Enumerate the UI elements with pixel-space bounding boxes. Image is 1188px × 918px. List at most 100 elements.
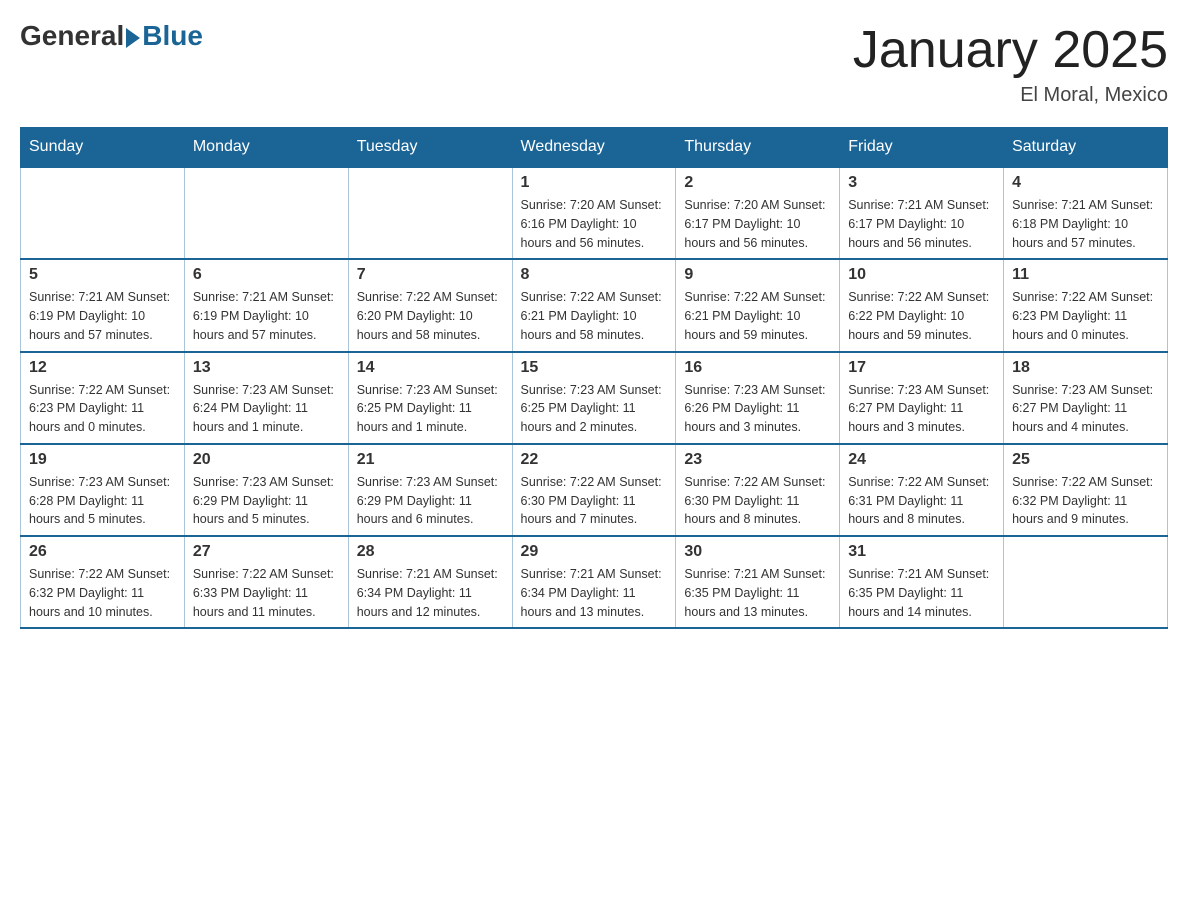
day-info: Sunrise: 7:23 AM Sunset: 6:24 PM Dayligh… xyxy=(193,381,340,437)
day-info: Sunrise: 7:20 AM Sunset: 6:17 PM Dayligh… xyxy=(684,196,831,252)
day-number: 14 xyxy=(357,359,504,377)
calendar-cell: 18 Sunrise: 7:23 AM Sunset: 6:27 PM Dayli… xyxy=(1004,352,1168,444)
calendar-cell: 9Sunrise: 7:22 AM Sunset: 6:21 PM Daylig… xyxy=(676,259,840,351)
day-number: 26 xyxy=(29,543,176,561)
day-number: 4 xyxy=(1012,174,1159,192)
day-info: Sunrise: 7:21 AM Sunset: 6:35 PM Dayligh… xyxy=(684,565,831,621)
calendar-week-row: 12Sunrise: 7:22 AM Sunset: 6:23 PM Dayli… xyxy=(21,352,1168,444)
day-info: Sunrise: 7:21 AM Sunset: 6:17 PM Dayligh… xyxy=(848,196,995,252)
page-header: General Blue January 2025 El Moral, Mexi… xyxy=(20,20,1168,107)
day-number: 13 xyxy=(193,359,340,377)
calendar-cell xyxy=(348,167,512,259)
day-number: 10 xyxy=(848,266,995,284)
day-info: Sunrise: 7:23 AM Sunset: 6:28 PM Dayligh… xyxy=(29,473,176,529)
calendar-cell: 12Sunrise: 7:22 AM Sunset: 6:23 PM Dayli… xyxy=(21,352,185,444)
calendar-cell: 11 Sunrise: 7:22 AM Sunset: 6:23 PM Dayli… xyxy=(1004,259,1168,351)
calendar-cell xyxy=(184,167,348,259)
day-number: 15 xyxy=(521,359,668,377)
day-info: Sunrise: 7:22 AM Sunset: 6:23 PM Dayligh… xyxy=(1012,288,1159,344)
day-info: Sunrise: 7:23 AM Sunset: 6:25 PM Dayligh… xyxy=(357,381,504,437)
day-number: 25 xyxy=(1012,451,1159,469)
calendar-table: SundayMondayTuesdayWednesdayThursdayFrid… xyxy=(20,127,1168,629)
calendar-cell: 30 Sunrise: 7:21 AM Sunset: 6:35 PM Dayli… xyxy=(676,536,840,628)
calendar-cell: 22 Sunrise: 7:22 AM Sunset: 6:30 PM Dayli… xyxy=(512,444,676,536)
day-info: Sunrise: 7:23 AM Sunset: 6:27 PM Dayligh… xyxy=(848,381,995,437)
calendar-header-row: SundayMondayTuesdayWednesdayThursdayFrid… xyxy=(21,128,1168,168)
calendar-cell: 15 Sunrise: 7:23 AM Sunset: 6:25 PM Dayli… xyxy=(512,352,676,444)
day-info: Sunrise: 7:22 AM Sunset: 6:32 PM Dayligh… xyxy=(1012,473,1159,529)
calendar-cell: 28Sunrise: 7:21 AM Sunset: 6:34 PM Dayli… xyxy=(348,536,512,628)
day-info: Sunrise: 7:22 AM Sunset: 6:33 PM Dayligh… xyxy=(193,565,340,621)
day-info: Sunrise: 7:23 AM Sunset: 6:27 PM Dayligh… xyxy=(1012,381,1159,437)
calendar-week-row: 5Sunrise: 7:21 AM Sunset: 6:19 PM Daylig… xyxy=(21,259,1168,351)
day-info: Sunrise: 7:22 AM Sunset: 6:31 PM Dayligh… xyxy=(848,473,995,529)
calendar-cell: 27Sunrise: 7:22 AM Sunset: 6:33 PM Dayli… xyxy=(184,536,348,628)
day-number: 29 xyxy=(521,543,668,561)
calendar-cell: 6Sunrise: 7:21 AM Sunset: 6:19 PM Daylig… xyxy=(184,259,348,351)
day-info: Sunrise: 7:23 AM Sunset: 6:29 PM Dayligh… xyxy=(193,473,340,529)
day-number: 7 xyxy=(357,266,504,284)
day-number: 28 xyxy=(357,543,504,561)
logo-blue-text: Blue xyxy=(142,20,203,52)
calendar-day-header: Friday xyxy=(840,128,1004,168)
day-info: Sunrise: 7:22 AM Sunset: 6:30 PM Dayligh… xyxy=(521,473,668,529)
calendar-cell: 3 Sunrise: 7:21 AM Sunset: 6:17 PM Daylig… xyxy=(840,167,1004,259)
day-number: 20 xyxy=(193,451,340,469)
logo-arrow-icon xyxy=(126,28,140,48)
calendar-cell: 29 Sunrise: 7:21 AM Sunset: 6:34 PM Dayli… xyxy=(512,536,676,628)
calendar-cell: 4Sunrise: 7:21 AM Sunset: 6:18 PM Daylig… xyxy=(1004,167,1168,259)
calendar-day-header: Monday xyxy=(184,128,348,168)
day-number: 12 xyxy=(29,359,176,377)
day-info: Sunrise: 7:23 AM Sunset: 6:29 PM Dayligh… xyxy=(357,473,504,529)
calendar-cell: 31 Sunrise: 7:21 AM Sunset: 6:35 PM Dayli… xyxy=(840,536,1004,628)
day-number: 24 xyxy=(848,451,995,469)
calendar-cell: 24 Sunrise: 7:22 AM Sunset: 6:31 PM Dayli… xyxy=(840,444,1004,536)
day-number: 1 xyxy=(521,174,668,192)
day-info: Sunrise: 7:21 AM Sunset: 6:35 PM Dayligh… xyxy=(848,565,995,621)
day-number: 2 xyxy=(684,174,831,192)
calendar-day-header: Thursday xyxy=(676,128,840,168)
title-section: January 2025 El Moral, Mexico xyxy=(853,20,1168,107)
day-number: 11 xyxy=(1012,266,1159,284)
calendar-cell: 26 Sunrise: 7:22 AM Sunset: 6:32 PM Dayli… xyxy=(21,536,185,628)
day-info: Sunrise: 7:23 AM Sunset: 6:25 PM Dayligh… xyxy=(521,381,668,437)
calendar-cell: 8 Sunrise: 7:22 AM Sunset: 6:21 PM Daylig… xyxy=(512,259,676,351)
calendar-week-row: 26 Sunrise: 7:22 AM Sunset: 6:32 PM Dayli… xyxy=(21,536,1168,628)
day-number: 16 xyxy=(684,359,831,377)
logo: General Blue xyxy=(20,20,203,52)
day-info: Sunrise: 7:21 AM Sunset: 6:34 PM Dayligh… xyxy=(521,565,668,621)
day-info: Sunrise: 7:21 AM Sunset: 6:19 PM Dayligh… xyxy=(29,288,176,344)
day-number: 6 xyxy=(193,266,340,284)
calendar-cell: 10 Sunrise: 7:22 AM Sunset: 6:22 PM Dayli… xyxy=(840,259,1004,351)
calendar-day-header: Tuesday xyxy=(348,128,512,168)
day-number: 3 xyxy=(848,174,995,192)
day-info: Sunrise: 7:22 AM Sunset: 6:22 PM Dayligh… xyxy=(848,288,995,344)
calendar-cell: 13 Sunrise: 7:23 AM Sunset: 6:24 PM Dayli… xyxy=(184,352,348,444)
month-title: January 2025 xyxy=(853,20,1168,80)
day-number: 31 xyxy=(848,543,995,561)
day-info: Sunrise: 7:22 AM Sunset: 6:20 PM Dayligh… xyxy=(357,288,504,344)
day-number: 22 xyxy=(521,451,668,469)
calendar-cell: 19 Sunrise: 7:23 AM Sunset: 6:28 PM Dayli… xyxy=(21,444,185,536)
calendar-cell: 21Sunrise: 7:23 AM Sunset: 6:29 PM Dayli… xyxy=(348,444,512,536)
day-info: Sunrise: 7:22 AM Sunset: 6:21 PM Dayligh… xyxy=(521,288,668,344)
calendar-cell: 1 Sunrise: 7:20 AM Sunset: 6:16 PM Daylig… xyxy=(512,167,676,259)
calendar-day-header: Wednesday xyxy=(512,128,676,168)
day-number: 30 xyxy=(684,543,831,561)
day-number: 18 xyxy=(1012,359,1159,377)
calendar-cell: 5Sunrise: 7:21 AM Sunset: 6:19 PM Daylig… xyxy=(21,259,185,351)
day-info: Sunrise: 7:22 AM Sunset: 6:30 PM Dayligh… xyxy=(684,473,831,529)
day-number: 8 xyxy=(521,266,668,284)
location: El Moral, Mexico xyxy=(853,84,1168,107)
day-info: Sunrise: 7:22 AM Sunset: 6:21 PM Dayligh… xyxy=(684,288,831,344)
calendar-cell: 7 Sunrise: 7:22 AM Sunset: 6:20 PM Daylig… xyxy=(348,259,512,351)
calendar-cell xyxy=(1004,536,1168,628)
calendar-cell: 20 Sunrise: 7:23 AM Sunset: 6:29 PM Dayli… xyxy=(184,444,348,536)
day-info: Sunrise: 7:22 AM Sunset: 6:32 PM Dayligh… xyxy=(29,565,176,621)
day-info: Sunrise: 7:20 AM Sunset: 6:16 PM Dayligh… xyxy=(521,196,668,252)
calendar-week-row: 1 Sunrise: 7:20 AM Sunset: 6:16 PM Daylig… xyxy=(21,167,1168,259)
calendar-day-header: Saturday xyxy=(1004,128,1168,168)
day-number: 19 xyxy=(29,451,176,469)
calendar-cell: 16Sunrise: 7:23 AM Sunset: 6:26 PM Dayli… xyxy=(676,352,840,444)
calendar-day-header: Sunday xyxy=(21,128,185,168)
